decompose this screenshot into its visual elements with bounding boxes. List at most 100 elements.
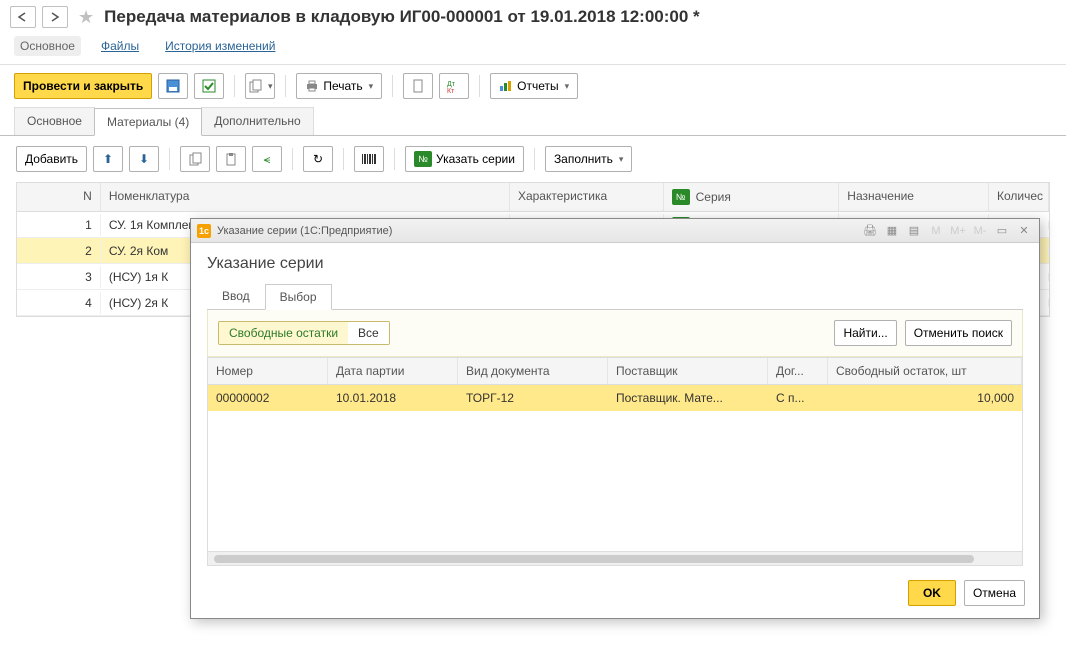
chevron-down-icon: ▾ (369, 81, 374, 92)
docs-icon (248, 79, 262, 93)
separator (534, 148, 535, 170)
dialog-table-row[interactable]: 00000002 10.01.2018 ТОРГ-12 Поставщик. М… (208, 385, 1022, 411)
filter-free[interactable]: Свободные остатки (219, 322, 348, 344)
paste-button[interactable] (216, 146, 246, 172)
print-button[interactable]: Печать ▾ (296, 73, 382, 99)
dialog-tabs: Ввод Выбор (207, 283, 1023, 310)
top-tab-files[interactable]: Файлы (95, 36, 145, 56)
dialog-titlebar[interactable]: 1c Указание серии (1С:Предприятие) 🖨 ▦ ▤… (191, 219, 1039, 243)
m-icon[interactable]: M (927, 223, 945, 239)
dcell-date: 10.01.2018 (328, 387, 458, 409)
col-quantity[interactable]: Количес (989, 183, 1049, 211)
barcode-button[interactable] (354, 146, 384, 172)
dcol-contract[interactable]: Дог... (768, 358, 828, 384)
save-icon (166, 79, 180, 93)
refresh-icon: ↻ (313, 152, 323, 166)
dialog-table-header: Номер Дата партии Вид документа Поставщи… (208, 358, 1022, 385)
top-tab-history[interactable]: История изменений (159, 36, 281, 56)
toolbar-icon-2[interactable]: ДтКт (439, 73, 469, 99)
cell-n: 3 (17, 266, 101, 288)
dcol-date[interactable]: Дата партии (328, 358, 458, 384)
reports-label: Отчеты (517, 79, 558, 93)
add-button[interactable]: Добавить (16, 146, 87, 172)
save-button[interactable] (158, 73, 188, 99)
col-series[interactable]: №Серия (664, 183, 840, 211)
move-up-button[interactable]: ⬆ (93, 146, 123, 172)
top-tab-main[interactable]: Основное (14, 36, 81, 56)
sub-tab-main[interactable]: Основное (14, 107, 95, 135)
separator (394, 148, 395, 170)
filter-all[interactable]: Все (348, 322, 389, 344)
main-toolbar: Провести и закрыть ▾ Печать ▾ ДтКт Отчет… (0, 65, 1066, 107)
chevron-down-icon: ▾ (565, 81, 570, 92)
move-down-button[interactable]: ⬇ (129, 146, 159, 172)
separator (392, 75, 393, 97)
minimize-icon[interactable]: ▭ (993, 223, 1011, 239)
calc-icon[interactable]: ▤ (905, 223, 923, 239)
share-button[interactable]: ⪪ (252, 146, 282, 172)
fill-label: Заполнить (554, 152, 613, 166)
doc-icon (411, 79, 425, 93)
favorite-icon[interactable]: ★ (78, 7, 94, 28)
ok-button[interactable]: OK (908, 580, 956, 606)
chevron-down-icon: ▾ (619, 154, 624, 165)
dialog-scrollbar[interactable] (208, 551, 1022, 565)
copy-button[interactable] (180, 146, 210, 172)
separator (292, 148, 293, 170)
dialog-tab-input[interactable]: Ввод (207, 283, 265, 309)
dialog-tab-select[interactable]: Выбор (265, 284, 332, 310)
series-button[interactable]: №Указать серии (405, 146, 524, 172)
mplus-icon[interactable]: M+ (949, 223, 967, 239)
sub-tab-materials[interactable]: Материалы (4) (94, 108, 202, 136)
print-icon[interactable]: 🖨 (861, 223, 879, 239)
series-label: Указать серии (436, 152, 515, 166)
col-nomenclature[interactable]: Номенклатура (101, 183, 510, 211)
print-label: Печать (323, 79, 362, 93)
col-n[interactable]: N (17, 183, 101, 211)
close-icon[interactable]: ✕ (1015, 223, 1033, 239)
cancel-button[interactable]: Отмена (964, 580, 1025, 606)
dcell-num: 00000002 (208, 387, 328, 409)
forward-button[interactable] (42, 6, 68, 28)
separator (234, 75, 235, 97)
reports-button[interactable]: Отчеты ▾ (490, 73, 578, 99)
cancel-find-button[interactable]: Отменить поиск (905, 320, 1012, 346)
calendar-icon[interactable]: ▦ (883, 223, 901, 239)
dcol-balance[interactable]: Свободный остаток, шт (828, 358, 1022, 384)
dcol-supplier[interactable]: Поставщик (608, 358, 768, 384)
print-icon (305, 80, 319, 92)
report-icon (499, 80, 513, 92)
back-button[interactable] (10, 6, 36, 28)
col-purpose[interactable]: Назначение (839, 183, 989, 211)
series-dialog: 1c Указание серии (1С:Предприятие) 🖨 ▦ ▤… (190, 218, 1040, 619)
post-and-close-button[interactable]: Провести и закрыть (14, 73, 152, 99)
separator (479, 75, 480, 97)
series-badge-icon: № (672, 189, 690, 205)
post-button[interactable] (194, 73, 224, 99)
separator (285, 75, 286, 97)
separator (169, 148, 170, 170)
based-on-button[interactable]: ▾ (245, 73, 275, 99)
table-toolbar: Добавить ⬆ ⬇ ⪪ ↻ №Указать серии Заполнит… (0, 136, 1066, 182)
dcol-number[interactable]: Номер (208, 358, 328, 384)
dialog-footer: OK Отмена (191, 570, 1039, 618)
arrow-up-icon: ⬆ (103, 152, 113, 166)
scrollbar-thumb[interactable] (214, 555, 974, 563)
barcode-icon (361, 153, 377, 165)
mminus-icon[interactable]: M- (971, 223, 989, 239)
fill-button[interactable]: Заполнить ▾ (545, 146, 632, 172)
refresh-button[interactable]: ↻ (303, 146, 333, 172)
page-title: Передача материалов в кладовую ИГ00-0000… (104, 7, 700, 27)
toolbar-icon-1[interactable] (403, 73, 433, 99)
dcol-doctype[interactable]: Вид документа (458, 358, 608, 384)
find-button[interactable]: Найти... (834, 320, 896, 346)
sub-tab-extra[interactable]: Дополнительно (201, 107, 313, 135)
dcell-sup: Поставщик. Мате... (608, 387, 768, 409)
filter-segment: Свободные остатки Все (218, 321, 390, 345)
paste-icon (224, 152, 238, 166)
dcell-doc: ТОРГ-12 (458, 387, 608, 409)
col-characteristic[interactable]: Характеристика (510, 183, 664, 211)
dialog-window-title: Указание серии (1С:Предприятие) (217, 225, 392, 237)
dtkt-icon: ДтКт (447, 79, 461, 93)
sub-tabs: Основное Материалы (4) Дополнительно (0, 107, 1066, 136)
